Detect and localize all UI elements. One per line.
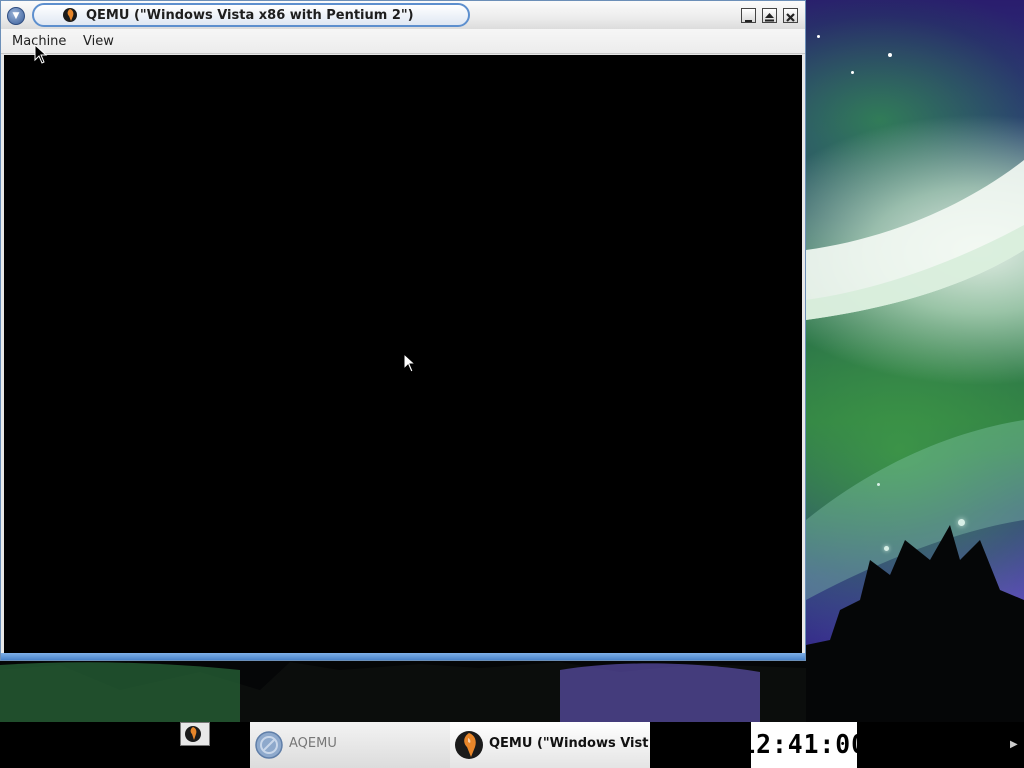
- taskbar-item-label: AQEMU: [289, 736, 337, 751]
- taskbar-item-qemu[interactable]: QEMU ("Windows Vist: [450, 722, 650, 768]
- qemu-icon: [63, 8, 77, 22]
- title-pill: QEMU ("Windows Vista x86 with Pentium 2"…: [32, 3, 470, 27]
- aqemu-icon: [255, 731, 283, 759]
- tray-qemu-icon[interactable]: [180, 722, 210, 746]
- maximize-icon: [765, 13, 774, 22]
- qemu-icon: [455, 731, 483, 759]
- menu-bar: Machine View: [1, 29, 805, 54]
- vm-display[interactable]: [4, 55, 802, 653]
- close-button[interactable]: [783, 8, 798, 23]
- chevron-right-icon[interactable]: ▶: [1010, 738, 1020, 752]
- menu-machine[interactable]: Machine: [12, 34, 66, 49]
- minimize-icon: [745, 20, 752, 22]
- qemu-icon: [185, 726, 201, 742]
- clock-time: 12:41:00: [740, 730, 868, 760]
- clock[interactable]: 12:41:00: [741, 722, 866, 768]
- taskbar: AQEMU QEMU ("Windows Vist 12:41:00 ▶: [0, 722, 1024, 768]
- taskbar-item-label: QEMU ("Windows Vist: [489, 736, 649, 751]
- window-bottom-border[interactable]: [1, 653, 805, 660]
- window-menu-button[interactable]: ▼: [7, 7, 25, 25]
- title-bar[interactable]: ▼ QEMU ("Windows Vista x86 with Pentium …: [1, 1, 805, 29]
- close-icon: [786, 13, 795, 22]
- chevron-down-icon: ▼: [12, 11, 20, 21]
- maximize-button[interactable]: [762, 8, 777, 23]
- minimize-button[interactable]: [741, 8, 756, 23]
- qemu-window: ▼ QEMU ("Windows Vista x86 with Pentium …: [0, 0, 806, 661]
- window-title: QEMU ("Windows Vista x86 with Pentium 2"…: [86, 8, 414, 23]
- menu-view[interactable]: View: [83, 34, 114, 49]
- taskbar-item-aqemu[interactable]: AQEMU: [250, 722, 450, 768]
